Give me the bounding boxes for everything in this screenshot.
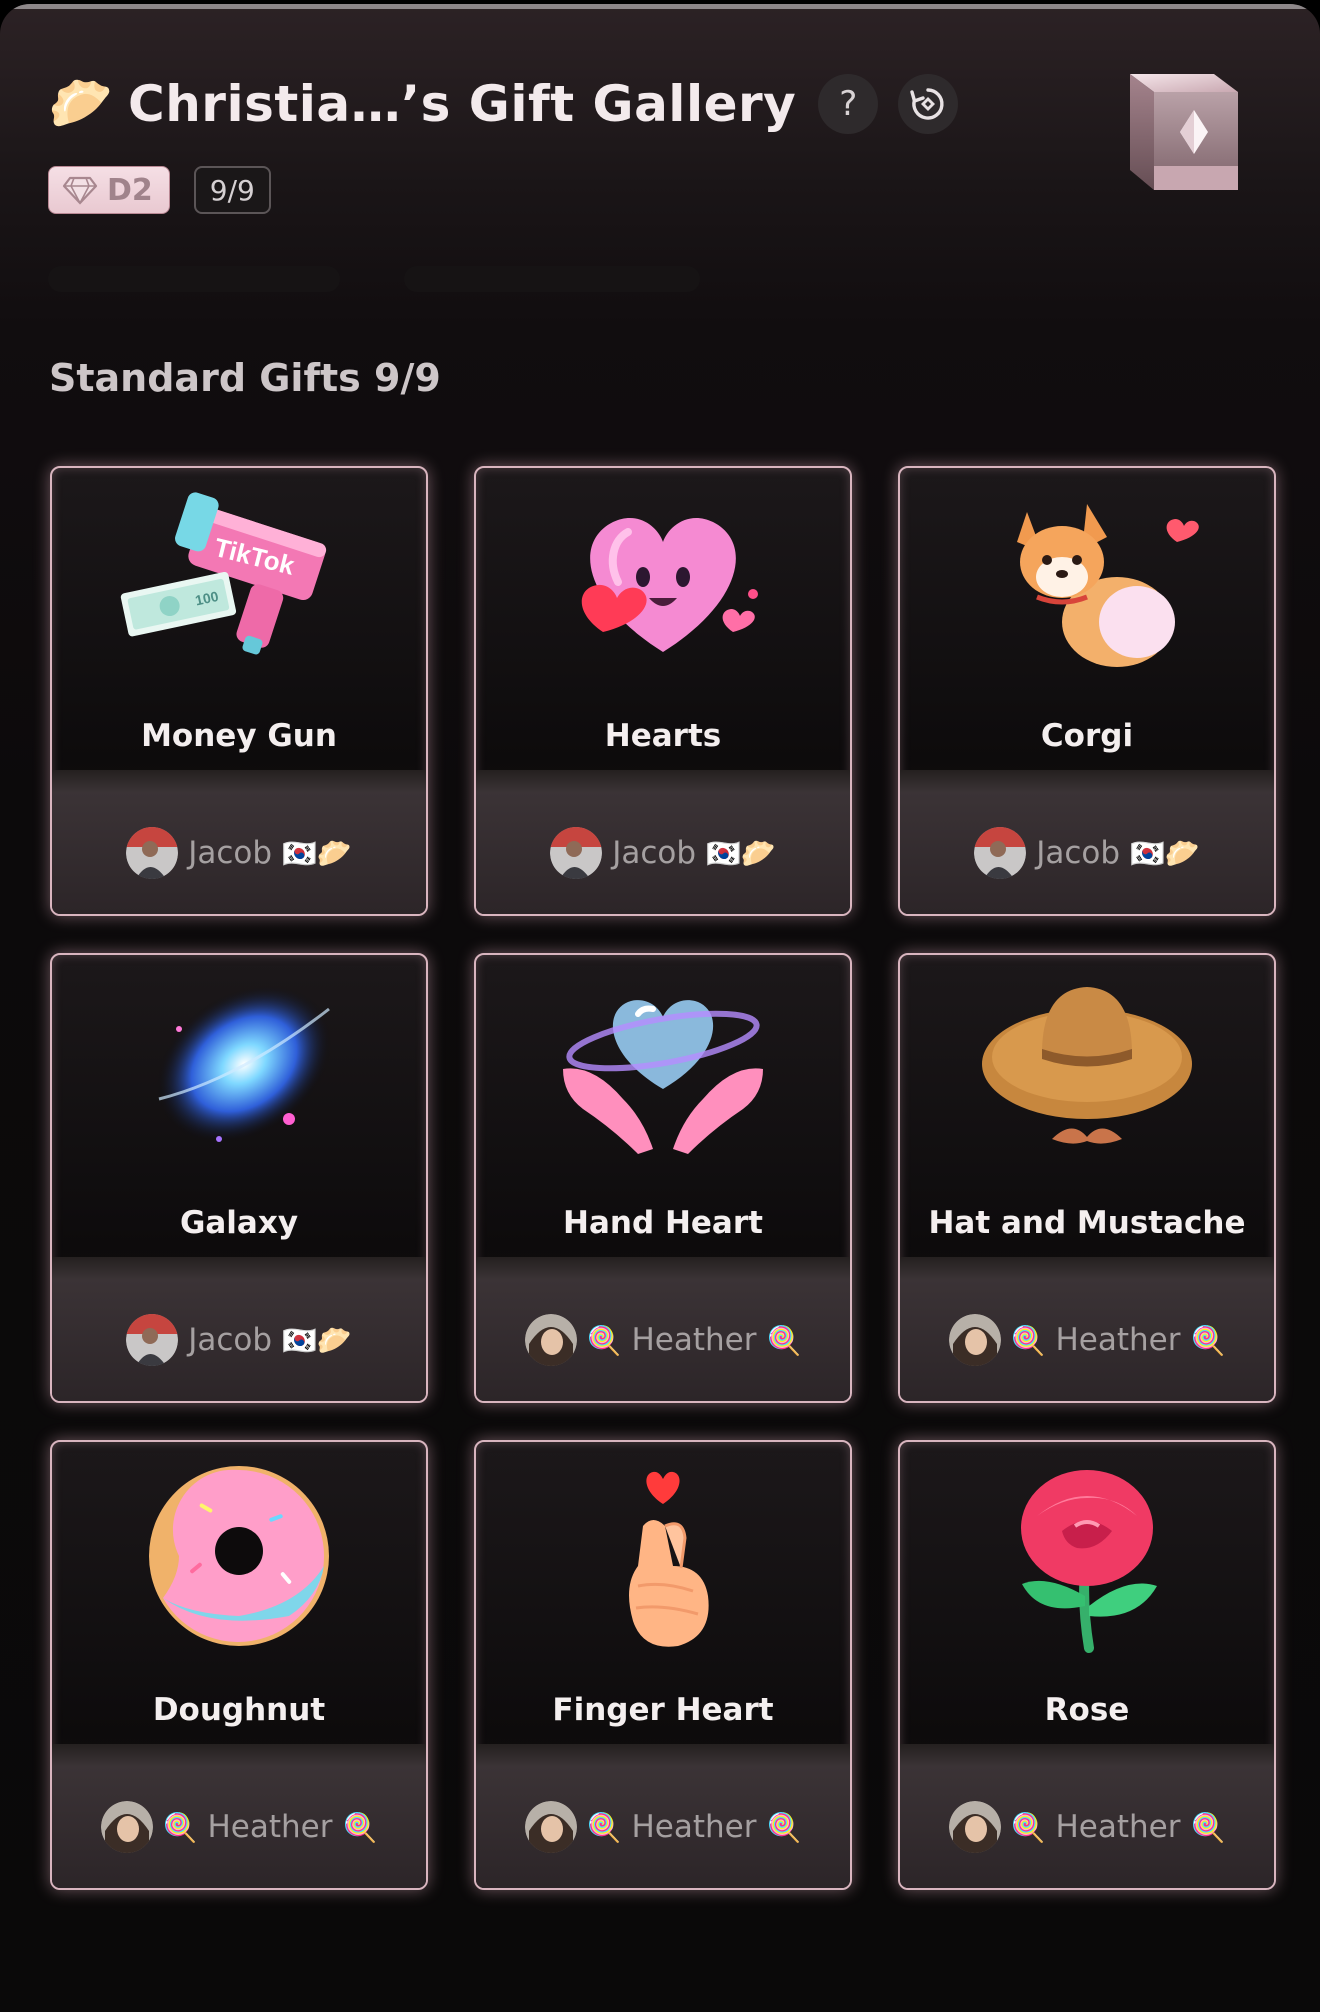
sender-row[interactable]: 🍭 Heather 🍭 [52, 1766, 426, 1888]
sender-name: Jacob [188, 835, 273, 871]
sender-name: Jacob [188, 1322, 273, 1358]
galaxy-icon [156, 984, 332, 1144]
card-shelf [476, 1257, 850, 1279]
gift-gallery-panel: 🥟 Christia…’s Gift Gallery ? D2 9/9 Stan… [0, 4, 1320, 2012]
hand-heart-icon [563, 1000, 763, 1154]
card-shelf [52, 1257, 426, 1279]
gift-name: Hat and Mustache [928, 1205, 1246, 1241]
gift-name: Finger Heart [552, 1692, 774, 1728]
gift-name: Hearts [604, 718, 722, 754]
gift-name: Doughnut [152, 1692, 326, 1728]
sender-name: Heather [1055, 1322, 1181, 1358]
badge-row: D2 9/9 [48, 166, 271, 214]
gift-card-hearts[interactable]: Hearts Jacob 🇰🇷🥟 [474, 466, 852, 916]
sender-name: Heather [207, 1809, 333, 1845]
sender-avatar [126, 1314, 179, 1366]
money-gun-icon: TikTok 100 [120, 492, 327, 655]
gift-card-galaxy[interactable]: Galaxy Jacob 🇰🇷🥟 [50, 953, 428, 1403]
finger-heart-icon [629, 1471, 709, 1647]
card-shelf [476, 1744, 850, 1766]
placeholder-bar [48, 266, 340, 292]
gift-card-rose[interactable]: Rose 🍭 Heather 🍭 [898, 1440, 1276, 1890]
gallery-header: 🥟 Christia…’s Gift Gallery ? [48, 68, 959, 140]
gift-name: Corgi [1040, 718, 1134, 754]
diamond-icon [62, 176, 98, 205]
card-shelf [900, 1744, 1274, 1766]
card-shelf [476, 770, 850, 792]
sender-name: Heather [1055, 1809, 1181, 1845]
placeholder-bar [404, 266, 700, 292]
section-title: Standard Gifts 9/9 [49, 356, 441, 400]
rose-icon [1021, 1470, 1157, 1653]
corgi-icon [1017, 504, 1199, 667]
help-button[interactable]: ? [818, 74, 879, 134]
lollipop-emoji: 🍭 [1190, 1810, 1226, 1844]
page-title: Christia…’s Gift Gallery [128, 75, 797, 133]
sender-row[interactable]: 🍭 Heather 🍭 [476, 1279, 850, 1401]
doughnut-icon [149, 1466, 329, 1646]
lollipop-emoji: 🍭 [342, 1810, 378, 1844]
lollipop-emoji: 🍭 [162, 1810, 198, 1844]
sender-avatar [974, 827, 1027, 879]
help-icon: ? [839, 84, 858, 124]
dumpling-emoji: 🥟 [48, 74, 113, 134]
gift-card-corgi[interactable]: Corgi Jacob 🇰🇷🥟 [898, 466, 1276, 916]
replay-button[interactable] [898, 74, 959, 134]
gift-name: Money Gun [141, 718, 337, 754]
lollipop-emoji: 🍭 [586, 1810, 622, 1844]
sender-row[interactable]: Jacob 🇰🇷🥟 [52, 792, 426, 914]
gift-card-hat-and-mustache[interactable]: Hat and Mustache 🍭 Heather 🍭 [898, 953, 1276, 1403]
card-shelf [52, 1744, 426, 1766]
card-shelf [900, 770, 1274, 792]
sender-avatar [524, 1801, 577, 1853]
sender-emoji: 🇰🇷🥟 [282, 1323, 352, 1357]
sender-avatar [550, 827, 603, 879]
level-badge: D2 [48, 166, 170, 214]
sender-row[interactable]: Jacob 🇰🇷🥟 [476, 792, 850, 914]
top-divider [0, 4, 1320, 9]
gift-card-doughnut[interactable]: Doughnut 🍭 Heather 🍭 [50, 1440, 428, 1890]
sender-name: Jacob [612, 835, 697, 871]
gift-card-hand-heart[interactable]: Hand Heart 🍭 Heather 🍭 [474, 953, 852, 1403]
replay-icon [910, 88, 944, 120]
lollipop-emoji: 🍭 [586, 1323, 622, 1357]
sender-name: Jacob [1036, 835, 1121, 871]
sender-row[interactable]: 🍭 Heather 🍭 [900, 1279, 1274, 1401]
hearts-icon [581, 517, 758, 652]
gift-name: Galaxy [179, 1205, 299, 1241]
sender-emoji: 🇰🇷🥟 [1130, 836, 1200, 870]
sender-avatar [524, 1314, 577, 1366]
gift-name: Hand Heart [563, 1205, 763, 1241]
lollipop-emoji: 🍭 [1010, 1810, 1046, 1844]
gift-card-money-gun[interactable]: TikTok 100 Money Gun Jacob 🇰🇷🥟 [50, 466, 428, 916]
card-shelf [900, 1257, 1274, 1279]
sender-avatar [100, 1801, 153, 1853]
gallery-cube-icon[interactable] [1102, 62, 1248, 208]
sender-emoji: 🇰🇷🥟 [706, 836, 776, 870]
sender-row[interactable]: Jacob 🇰🇷🥟 [900, 792, 1274, 914]
sender-avatar [126, 827, 179, 879]
gift-name: Rose [1044, 1692, 1130, 1728]
lollipop-emoji: 🍭 [766, 1323, 802, 1357]
sender-name: Heather [631, 1809, 757, 1845]
level-label: D2 [107, 172, 153, 208]
sender-emoji: 🇰🇷🥟 [282, 836, 352, 870]
hat-and-mustache-icon [982, 987, 1192, 1144]
lollipop-emoji: 🍭 [766, 1810, 802, 1844]
sender-row[interactable]: Jacob 🇰🇷🥟 [52, 1279, 426, 1401]
collection-count: 9/9 [193, 166, 271, 214]
sender-row[interactable]: 🍭 Heather 🍭 [900, 1766, 1274, 1888]
sender-row[interactable]: 🍭 Heather 🍭 [476, 1766, 850, 1888]
sender-avatar [948, 1314, 1001, 1366]
card-shelf [52, 770, 426, 792]
sender-name: Heather [631, 1322, 757, 1358]
lollipop-emoji: 🍭 [1190, 1323, 1226, 1357]
gift-card-finger-heart[interactable]: Finger Heart 🍭 Heather 🍭 [474, 1440, 852, 1890]
lollipop-emoji: 🍭 [1010, 1323, 1046, 1357]
sender-avatar [948, 1801, 1001, 1853]
